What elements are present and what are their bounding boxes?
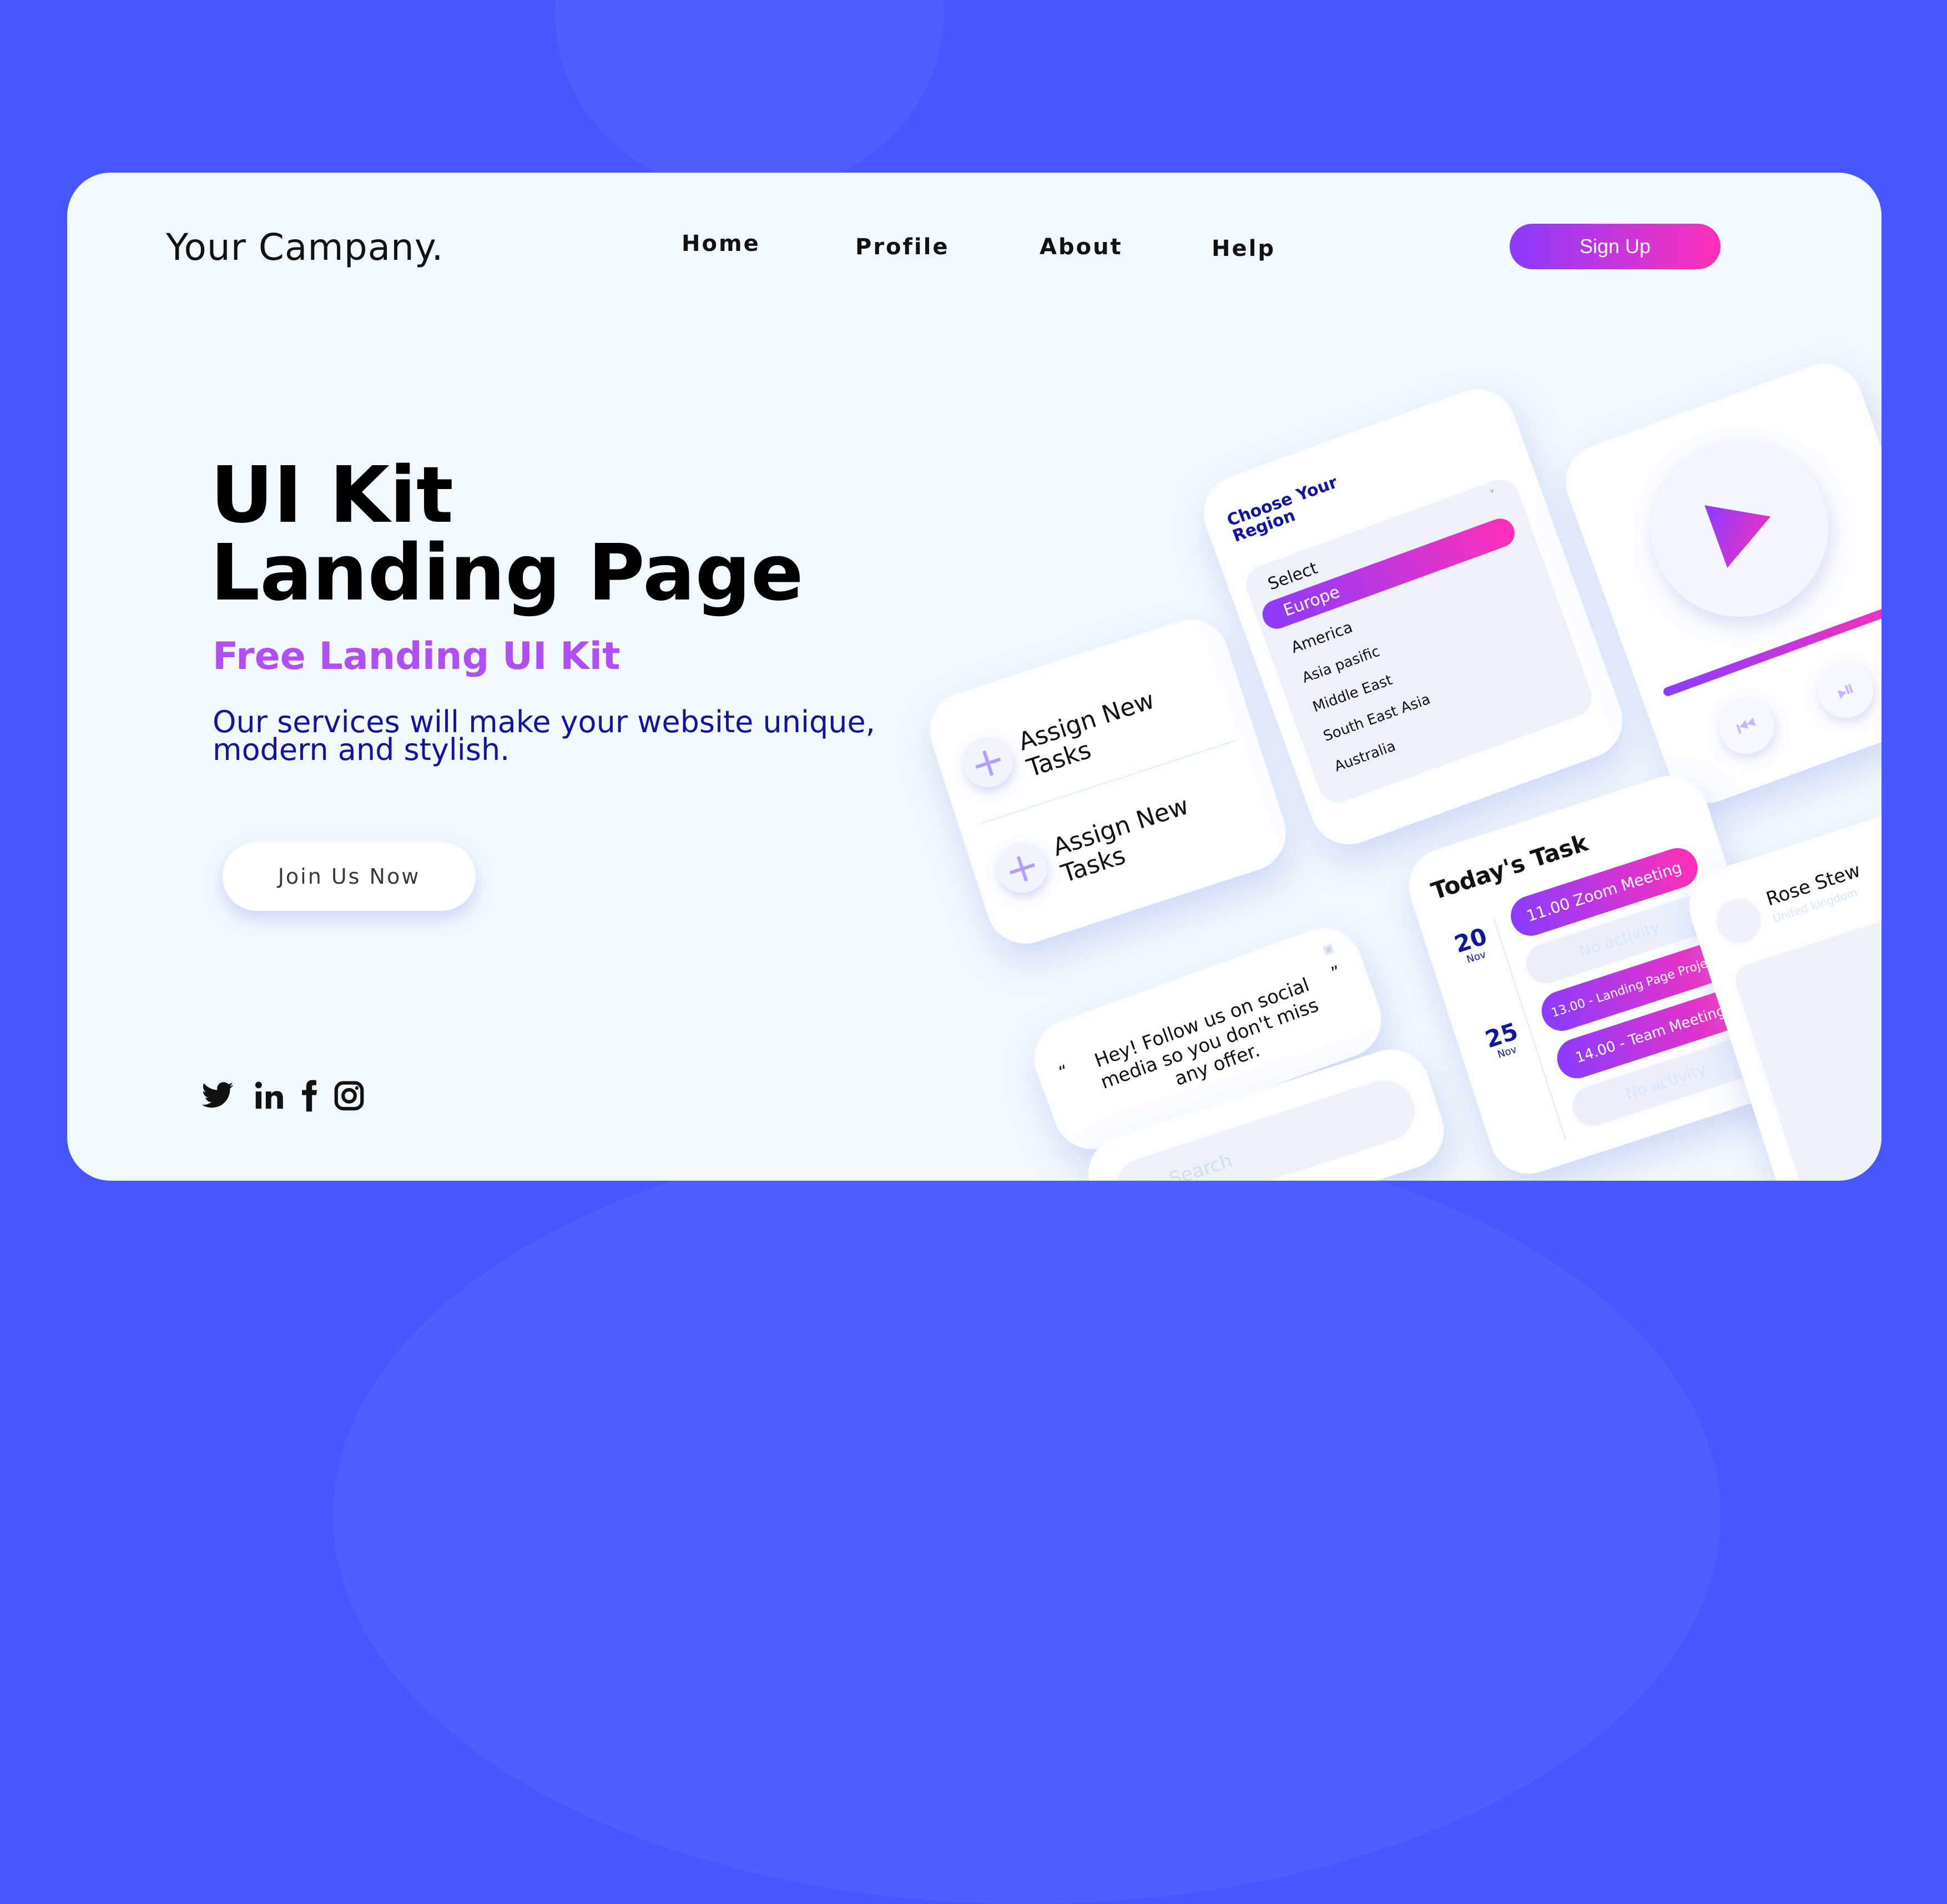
flag-icon: ▣ xyxy=(1321,940,1336,957)
brand-logo[interactable]: Your Campany. xyxy=(166,226,444,269)
profile-photo-area xyxy=(1731,894,1882,1181)
nav-about[interactable]: About xyxy=(1040,234,1123,260)
bg-blob-bottom xyxy=(333,1127,1721,1904)
play-icon xyxy=(1704,505,1771,568)
nav-profile[interactable]: Profile xyxy=(855,234,949,260)
assign-tasks-widget: + Assign New Tasks + Assign New Tasks xyxy=(920,609,1296,954)
add-task-button[interactable]: + xyxy=(956,731,1020,794)
previous-button[interactable]: ⏮ xyxy=(1711,691,1782,762)
instagram-icon[interactable] xyxy=(332,1079,366,1113)
chevron-down-icon[interactable]: ˅ xyxy=(1487,487,1499,503)
assign-task-label: Assign New Tasks xyxy=(1015,686,1158,783)
assign-task-label: Assign New Tasks xyxy=(1049,791,1192,889)
quote-close-mark: ” xyxy=(1328,962,1344,984)
signup-button[interactable]: Sign Up xyxy=(1510,224,1721,269)
hero-title: UI Kit Landing Page xyxy=(210,457,804,612)
landing-card: Your Campany. Home Profile About Help Si… xyxy=(67,173,1882,1181)
twitter-icon[interactable] xyxy=(200,1079,235,1113)
quote-open-mark: “ xyxy=(1056,1061,1071,1082)
region-title: Choose Your Region xyxy=(1224,472,1340,546)
linkedin-icon[interactable] xyxy=(251,1079,286,1113)
search-placeholder: Search xyxy=(1166,1149,1235,1181)
region-option[interactable]: Australia xyxy=(1332,738,1398,775)
nav-help[interactable]: Help xyxy=(1212,236,1275,261)
avatar[interactable] xyxy=(1711,893,1767,949)
join-us-button[interactable]: Join Us Now xyxy=(223,842,476,911)
search-icon: ⚲ xyxy=(1134,1175,1153,1181)
play-pause-button[interactable]: ⏯ xyxy=(1810,654,1882,726)
nav-home[interactable]: Home xyxy=(682,231,760,256)
play-button[interactable] xyxy=(1625,414,1854,642)
hero-title-line2: Landing Page xyxy=(210,528,804,618)
hero-subtitle: Free Landing UI Kit xyxy=(213,634,621,678)
bg-blob-top xyxy=(555,0,944,194)
hero-description: Our services will make your website uniq… xyxy=(213,704,875,767)
region-option[interactable]: America xyxy=(1289,618,1355,657)
facebook-icon[interactable] xyxy=(292,1079,326,1113)
add-task-button[interactable]: + xyxy=(990,836,1054,900)
hero-title-line1: UI Kit xyxy=(210,450,453,541)
